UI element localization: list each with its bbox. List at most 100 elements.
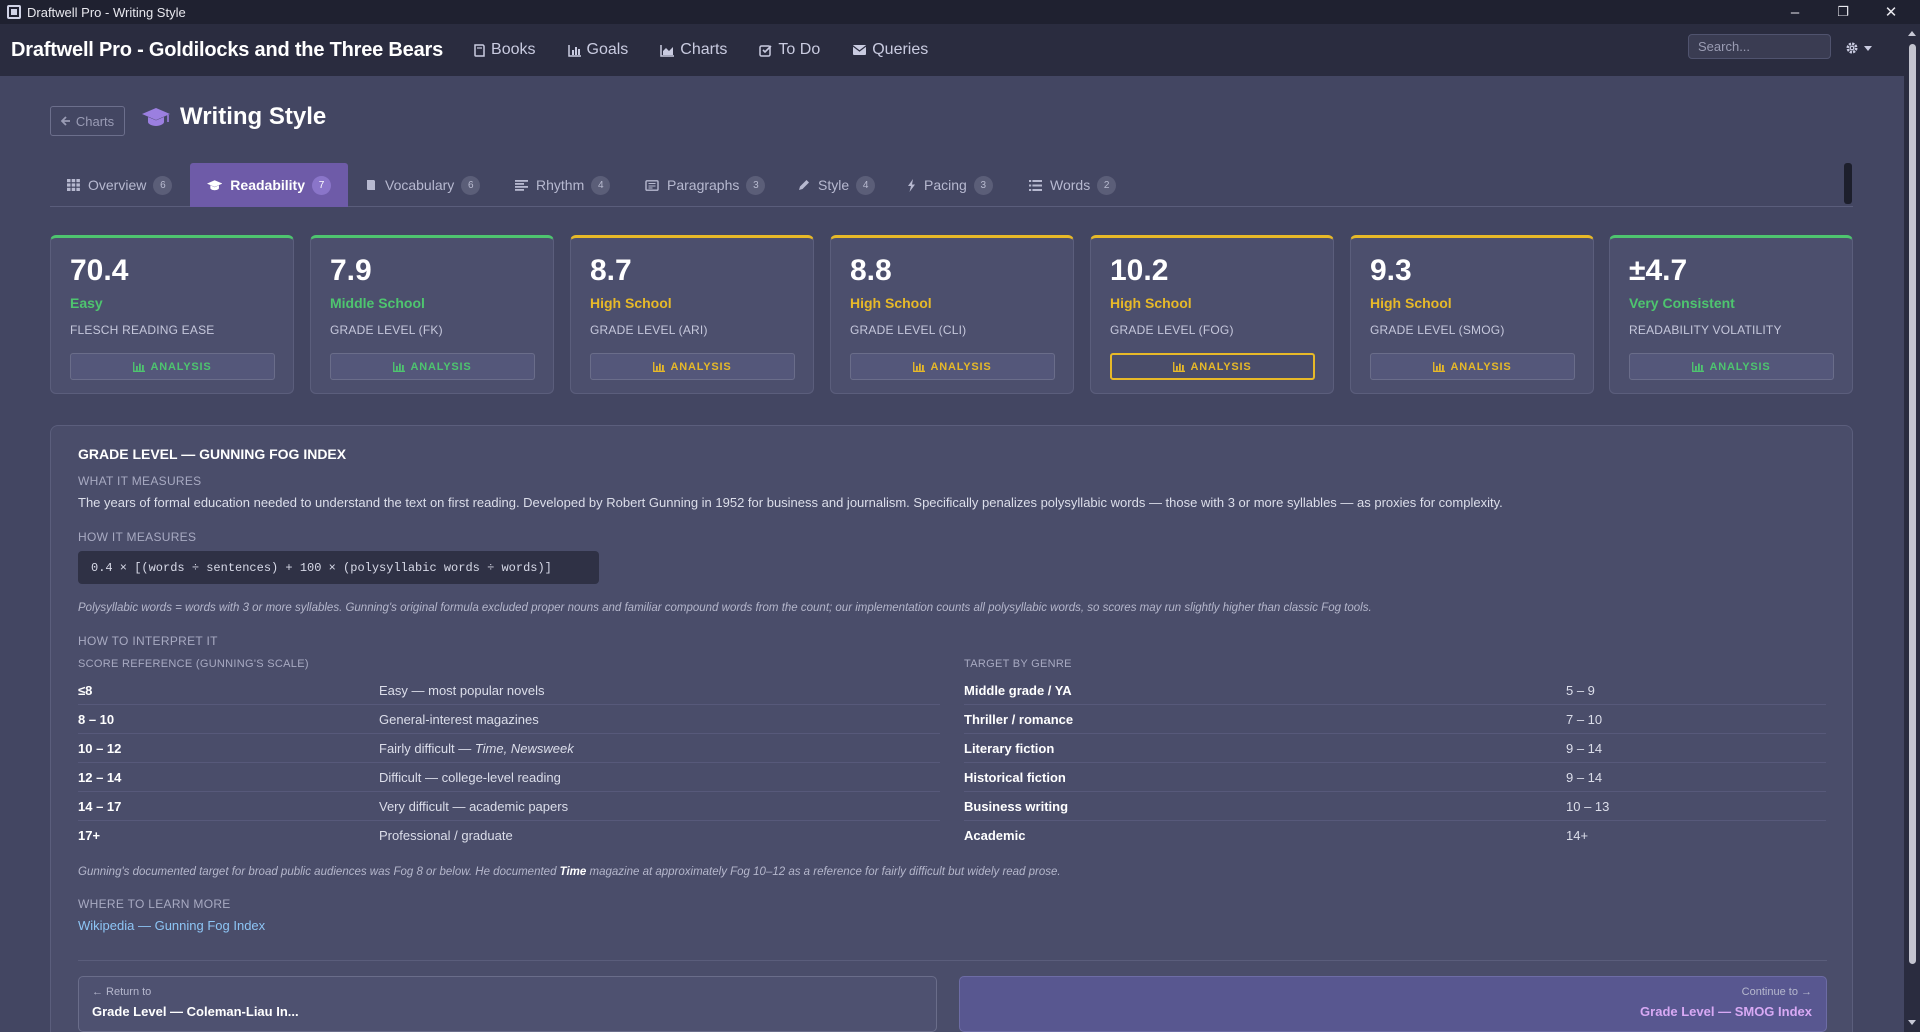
table-row: 14 – 17 Very difficult — academic papers [78,792,940,821]
genre-name: Thriller / romance [964,711,1074,727]
genre-name: Academic [964,828,1026,843]
detail-title: GRADE LEVEL — GUNNING FOG INDEX [78,446,347,462]
next-metric-button[interactable]: Continue to → Grade Level — SMOG Index [959,976,1827,1032]
scale-score: ≤8 [78,682,93,698]
tab-readability-count: 7 [312,175,331,195]
tab-overview[interactable]: Overview 6 [50,163,189,207]
tab-rhythm[interactable]: Rhythm 4 [498,163,627,207]
tab-rhythm-label: Rhythm [536,177,585,193]
book-icon [474,43,485,57]
nav-queries[interactable]: Queries [852,41,928,59]
analysis-button-label: ANALYSIS [150,360,212,373]
metric-label: GRADE LEVEL (FOG) [1110,323,1234,337]
tab-vocabulary-label: Vocabulary [385,177,455,193]
tab-words[interactable]: Words 2 [1012,163,1133,207]
interpret-heading: HOW TO INTERPRET IT [78,634,218,648]
genre-name: Business writing [964,798,1069,814]
area-chart-icon [660,44,675,57]
metric-label: FLESCH READING EASE [70,323,215,337]
restore-button[interactable]: ❐ [1820,0,1866,24]
tab-scroll-handle[interactable] [1844,163,1852,204]
tab-readability[interactable]: Readability 7 [190,163,348,207]
prev-metric-button[interactable]: ← Return to Grade Level — Coleman-Liau I… [78,976,937,1032]
arrow-left-icon [60,116,70,126]
tab-style[interactable]: Style 4 [781,163,892,207]
analysis-button-ari[interactable]: ANALYSIS [590,353,795,380]
metric-card-fk: 7.9 Middle School GRADE LEVEL (FK) ANALY… [310,235,554,394]
nav-queries-label: Queries [872,41,929,58]
minimize-button[interactable]: – [1772,0,1818,24]
app-brand[interactable]: Draftwell Pro - Goldilocks and the Three… [11,39,443,62]
newspaper-icon [645,179,659,191]
genre-name: Middle grade / YA [964,682,1072,698]
analysis-button-fk[interactable]: ANALYSIS [330,353,535,380]
bar-chart-icon [1692,361,1705,372]
top-navbar: Draftwell Pro - Goldilocks and the Three… [0,24,1904,76]
window-title: Draftwell Pro - Writing Style [27,4,186,20]
metric-label: GRADE LEVEL (FK) [330,323,443,337]
next-title: Grade Level — SMOG Index [1640,1004,1812,1019]
metric-value: 8.8 [850,254,892,287]
pencil-icon [799,180,809,190]
tab-vocabulary-count: 6 [461,175,481,195]
genre-heading: TARGET BY GENRE [964,658,1072,670]
tab-paragraphs-count: 3 [746,175,766,195]
interpret-note-c: magazine at approximately Fog 10–12 as a… [586,866,1061,878]
interpret-note-em: Time [559,866,587,878]
divider [78,960,1827,961]
nav-charts[interactable]: Charts [660,41,727,59]
metric-label: GRADE LEVEL (ARI) [590,323,708,337]
tab-pacing[interactable]: Pacing 3 [890,163,1010,207]
analysis-button-label: ANALYSIS [1190,360,1252,373]
metric-level: High School [1110,295,1192,311]
bar-chart-icon [133,361,146,372]
metric-level: High School [850,295,932,311]
next-caption: Continue to → [1741,986,1812,998]
genre-name: Literary fiction [964,740,1055,756]
nav-todo-label: To Do [778,41,821,58]
nav-books[interactable]: Books [473,41,536,59]
metric-card-fog: 10.2 High School GRADE LEVEL (FOG) ANALY… [1090,235,1334,394]
interpret-note: Gunning's documented target for broad pu… [78,866,1818,878]
analysis-button-flesch[interactable]: ANALYSIS [70,353,275,380]
formula-code: 0.4 × [(words ÷ sentences) + 100 × (poly… [78,551,599,584]
analysis-button-fog[interactable]: ANALYSIS [1110,353,1315,380]
back-to-charts-button[interactable]: Charts [50,106,125,136]
interpret-note-a: Gunning's documented target for broad pu… [78,866,560,878]
search-input[interactable] [1688,34,1831,59]
scale-desc: Difficult — college-level reading [379,769,561,785]
table-row: Historical fiction 9 – 14 [964,763,1826,792]
scale-score: 8 – 10 [78,711,115,727]
page-scrollbar[interactable] [1904,24,1920,1032]
close-window-button[interactable]: ✕ [1868,0,1914,24]
scroll-thumb[interactable] [1909,44,1916,964]
tab-paragraphs[interactable]: Paragraphs 3 [628,163,782,207]
nav-goals[interactable]: Goals [567,41,628,59]
analysis-button-cli[interactable]: ANALYSIS [850,353,1055,380]
analysis-button-smog[interactable]: ANALYSIS [1370,353,1575,380]
scale-desc: Very difficult — academic papers [379,798,569,814]
bar-chart-icon [393,361,406,372]
tab-pacing-count: 3 [973,175,993,195]
tab-rhythm-count: 4 [591,175,611,195]
scroll-down-arrow[interactable] [1908,1020,1916,1025]
analysis-button-label: ANALYSIS [410,360,472,373]
scale-desc: Easy — most popular novels [379,682,545,698]
window-titlebar: Draftwell Pro - Writing Style – ❐ ✕ [0,0,1920,24]
bar-chart-icon [913,361,926,372]
nav-todo[interactable]: To Do [759,41,820,59]
analysis-button-volatility[interactable]: ANALYSIS [1629,353,1834,380]
learn-heading: WHERE TO LEARN MORE [78,897,231,911]
tab-vocabulary[interactable]: Vocabulary 6 [348,163,497,207]
metric-value: ±4.7 [1629,254,1688,287]
graduation-cap-icon [142,108,170,126]
table-row: 10 – 12 Fairly difficult — Time, Newswee… [78,734,940,763]
metric-level: Middle School [330,295,425,311]
tab-words-label: Words [1050,177,1091,193]
table-row: Thriller / romance 7 – 10 [964,705,1826,734]
scroll-up-arrow[interactable] [1908,31,1916,36]
tab-paragraphs-label: Paragraphs [667,177,740,193]
bar-chart-icon [567,44,581,57]
wikipedia-link[interactable]: Wikipedia — Gunning Fog Index [78,918,265,933]
settings-dropdown[interactable] [1845,41,1872,55]
